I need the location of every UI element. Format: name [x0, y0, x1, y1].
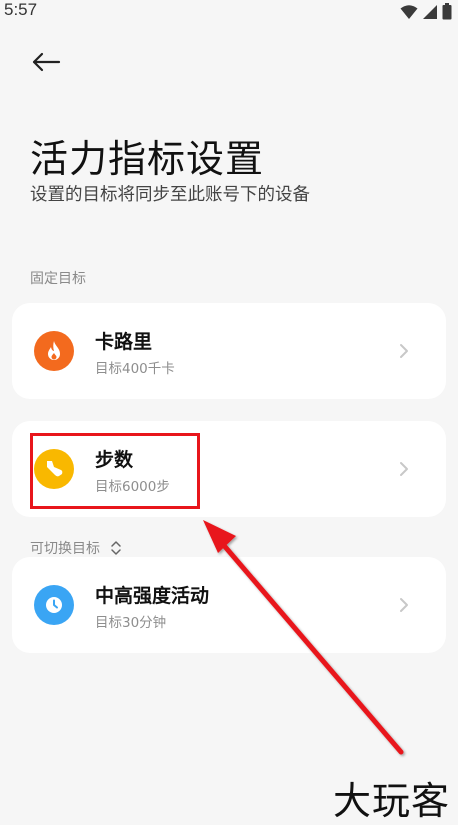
section-label-text: 可切换目标: [30, 541, 100, 557]
back-button[interactable]: [26, 44, 66, 80]
page-title: 活力指标设置: [30, 137, 265, 181]
watermark-logo: 大玩客: [332, 779, 450, 823]
card-subtitle: 目标400千卡: [95, 361, 175, 377]
card-subtitle: 目标30分钟: [95, 615, 167, 631]
section-label-switchable[interactable]: 可切换目标: [30, 538, 122, 558]
clock-icon: [46, 597, 62, 613]
chevron-right-icon: [400, 344, 408, 358]
activity-icon-badge: [34, 585, 74, 625]
annotation-arrow: [203, 520, 404, 755]
goal-card-activity[interactable]: 中高强度活动 目标30分钟: [12, 557, 446, 653]
chevron-up-down-icon: [111, 541, 121, 555]
signal-icon: [423, 4, 437, 19]
arrow-left-icon: [32, 52, 61, 72]
card-title: 中高强度活动: [95, 585, 210, 607]
chevron-right-icon: [400, 462, 408, 476]
goal-card-calories[interactable]: 卡路里 目标400千卡: [12, 303, 446, 399]
chevron-right-icon: [400, 598, 408, 612]
section-label-fixed: 固定目标: [30, 271, 86, 287]
status-time: 5:57: [4, 0, 38, 19]
calories-icon-badge: [34, 331, 74, 371]
battery-icon: [442, 3, 452, 20]
status-icons: [400, 3, 452, 20]
status-bar: 5:57: [0, 0, 458, 24]
wifi-icon: [400, 4, 418, 19]
card-title: 卡路里: [95, 331, 153, 353]
page-subtitle: 设置的目标将同步至此账号下的设备: [30, 185, 310, 205]
flame-icon: [48, 341, 60, 360]
annotation-highlight-box: [30, 433, 200, 509]
